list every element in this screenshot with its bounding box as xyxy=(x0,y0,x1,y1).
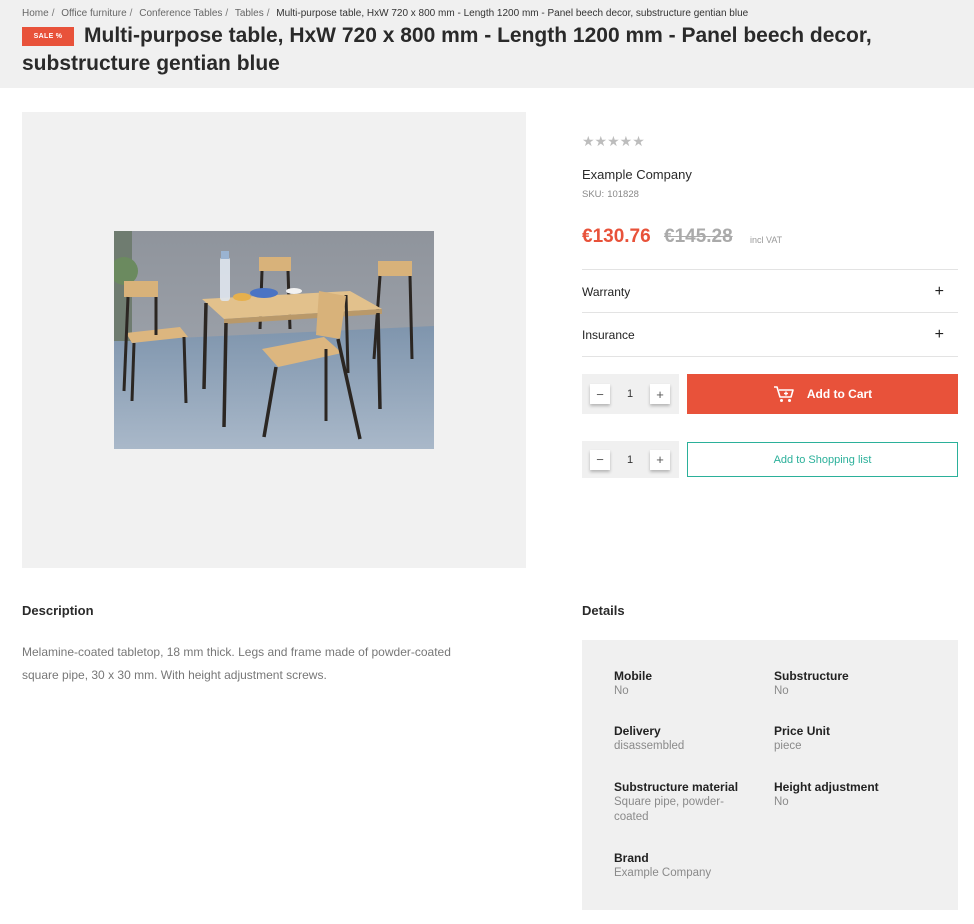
details-panel: Mobile No Substructure No Delivery disas… xyxy=(582,640,958,910)
list-qty-value[interactable]: 1 xyxy=(610,454,650,466)
cart-qty-value[interactable]: 1 xyxy=(610,388,650,400)
sku-value: 101828 xyxy=(607,189,639,200)
detail-label: Mobile xyxy=(614,669,652,683)
detail-label: Substructure material xyxy=(614,780,739,794)
sku-label: SKU: xyxy=(582,189,605,200)
description-text: Melamine-coated tabletop, 18 mm thick. L… xyxy=(22,645,451,682)
detail-height-adjustment: Height adjustment No xyxy=(774,780,924,810)
detail-substructure-material: Substructure material Square pipe, powde… xyxy=(614,780,742,825)
vat-note: incl VAT xyxy=(750,235,783,245)
detail-delivery: Delivery disassembled xyxy=(614,724,764,754)
detail-label: Substructure xyxy=(774,669,849,683)
add-to-cart-button[interactable]: Add to Cart xyxy=(687,374,958,414)
detail-mobile: Mobile No xyxy=(614,669,764,699)
plus-icon: + xyxy=(934,325,944,343)
cart-qty-decrease-button[interactable]: − xyxy=(590,384,610,404)
detail-value: Example Company xyxy=(614,867,712,879)
sale-price: €130.76 xyxy=(582,226,651,247)
sku: SKU: 101828 xyxy=(582,189,639,200)
product-photo xyxy=(114,231,434,449)
detail-label: Brand xyxy=(614,851,649,865)
breadcrumb-tables[interactable]: Tables xyxy=(235,8,264,19)
details-title: Details xyxy=(582,603,625,618)
divider xyxy=(582,356,958,357)
cart-qty-increase-button[interactable]: + xyxy=(650,384,670,404)
detail-price-unit: Price Unit piece xyxy=(774,724,924,754)
detail-value: piece xyxy=(774,740,802,752)
detail-value: Square pipe, powder-coated xyxy=(614,796,724,823)
plus-icon: + xyxy=(934,282,944,300)
detail-value: No xyxy=(774,685,789,697)
detail-brand: Brand Example Company xyxy=(614,851,764,881)
breadcrumb-home[interactable]: Home xyxy=(22,8,49,19)
detail-substructure: Substructure No xyxy=(774,669,924,699)
breadcrumb: Home / Office furniture / Conference Table… xyxy=(22,8,749,19)
original-price: €145.28 xyxy=(664,226,733,247)
list-qty-increase-button[interactable]: + xyxy=(650,449,670,470)
detail-label: Height adjustment xyxy=(774,780,879,794)
accordion-insurance[interactable]: Insurance + xyxy=(582,312,958,356)
detail-value: No xyxy=(614,685,629,697)
cart-icon xyxy=(773,386,794,402)
detail-value: No xyxy=(774,796,789,808)
list-qty-decrease-button[interactable]: − xyxy=(590,449,610,470)
cart-quantity-stepper: − 1 + xyxy=(582,374,679,414)
add-to-cart-label: Add to Cart xyxy=(806,387,873,401)
detail-label: Delivery xyxy=(614,724,661,738)
accordion-insurance-label: Insurance xyxy=(582,327,635,342)
breadcrumb-office-furniture[interactable]: Office furniture xyxy=(61,8,126,19)
detail-value: disassembled xyxy=(614,740,685,752)
accordion-warranty[interactable]: Warranty + xyxy=(582,269,958,313)
breadcrumb-conference-tables[interactable]: Conference Tables xyxy=(139,8,222,19)
page-title: Multi-purpose table, HxW 720 x 800 mm - … xyxy=(22,24,872,75)
list-quantity-stepper: − 1 + xyxy=(582,441,679,478)
rating-stars[interactable]: ★★★★★ xyxy=(582,133,645,150)
breadcrumb-current: Multi-purpose table, HxW 720 x 800 mm - … xyxy=(276,8,749,19)
accordion-warranty-label: Warranty xyxy=(582,284,631,299)
detail-label: Price Unit xyxy=(774,724,831,738)
product-image-panel[interactable] xyxy=(22,112,526,568)
company-name[interactable]: Example Company xyxy=(582,167,692,182)
page-header: Home / Office furniture / Conference Table… xyxy=(0,0,974,88)
sale-badge: SALE % xyxy=(22,27,74,46)
description-title: Description xyxy=(22,603,94,618)
add-to-shopping-list-button[interactable]: Add to Shopping list xyxy=(687,442,958,477)
